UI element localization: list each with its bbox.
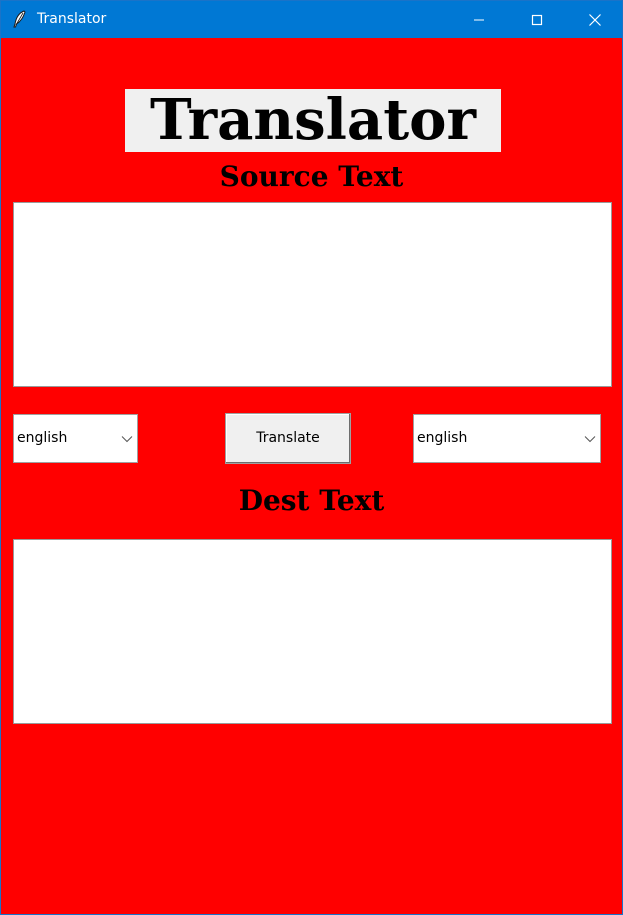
dest-text-output[interactable]: [13, 539, 612, 724]
dest-language-value: english: [417, 430, 468, 446]
source-language-select[interactable]: english: [13, 414, 138, 463]
source-text-label: Source Text: [219, 160, 404, 193]
app-title: Translator: [125, 89, 501, 152]
chevron-down-icon[interactable]: [121, 435, 133, 443]
window-title: Translator: [37, 11, 107, 27]
title-bar[interactable]: Translator: [1, 1, 622, 38]
close-button[interactable]: [566, 1, 622, 38]
maximize-button[interactable]: [508, 1, 566, 38]
dest-text-label: Dest Text: [238, 484, 385, 517]
feather-icon: [11, 10, 29, 28]
dest-language-select[interactable]: english: [413, 414, 601, 463]
close-icon: [589, 14, 601, 26]
translator-window: Translator Translator Source Text englis…: [0, 0, 623, 915]
maximize-icon: [531, 14, 543, 26]
chevron-down-icon[interactable]: [584, 435, 596, 443]
app-content: Translator Source Text english Translate…: [1, 38, 622, 914]
source-language-value: english: [17, 430, 68, 446]
source-text-input[interactable]: [13, 202, 612, 387]
minimize-icon: [474, 19, 484, 21]
minimize-button[interactable]: [450, 1, 508, 38]
translate-button[interactable]: Translate: [225, 413, 351, 464]
